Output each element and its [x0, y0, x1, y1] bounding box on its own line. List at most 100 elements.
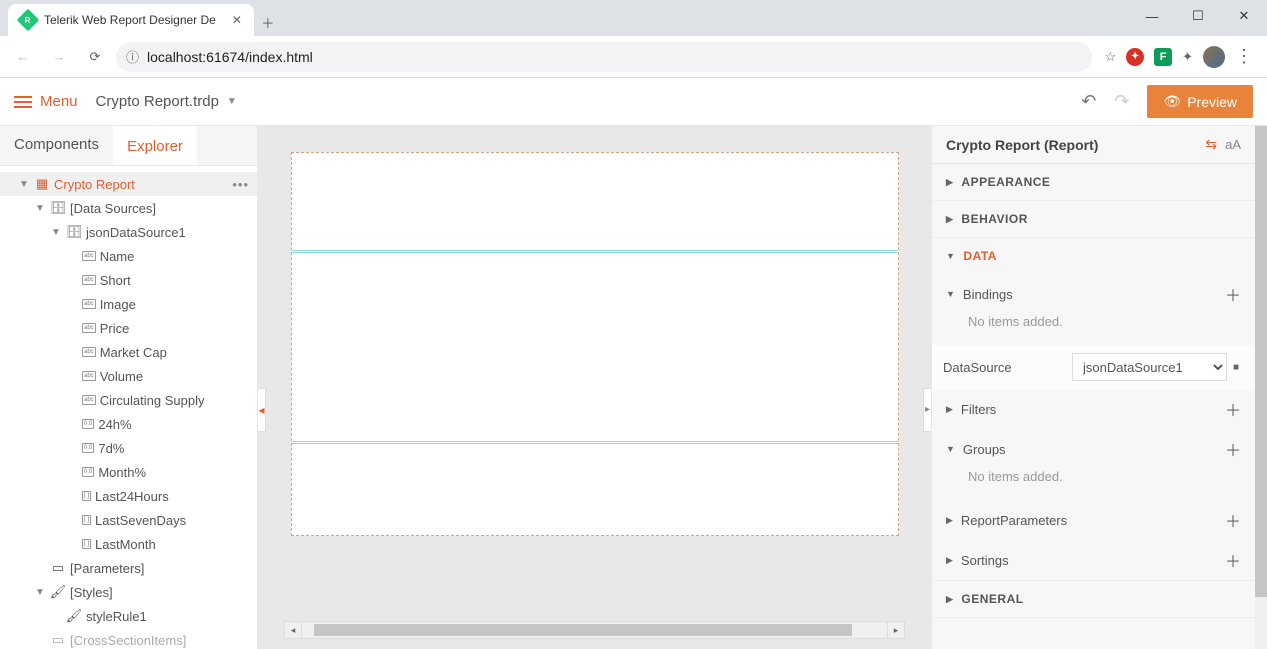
bookmark-icon[interactable]: ☆ — [1104, 49, 1116, 65]
back-button[interactable]: ← — [8, 42, 38, 72]
forward-button[interactable]: → — [44, 42, 74, 72]
tree-style-rule[interactable]: 🖌styleRule1 — [0, 604, 257, 628]
file-name-dropdown[interactable]: Crypto Report.trdp ▼ — [96, 93, 237, 110]
groups-header[interactable]: ▼Groups＋ — [946, 429, 1255, 469]
tree-field[interactable]: abcName — [0, 244, 257, 268]
alpha-sort-icon[interactable]: aA — [1225, 137, 1241, 152]
section-divider — [292, 252, 898, 253]
undo-button[interactable]: ↶ — [1081, 91, 1096, 112]
tree-field[interactable]: abcMarket Cap — [0, 340, 257, 364]
add-filter-icon[interactable]: ＋ — [1225, 397, 1241, 421]
field-array-icon: [ ] — [82, 515, 91, 525]
tab-components[interactable]: Components — [0, 126, 113, 165]
menu-button[interactable]: Menu — [14, 93, 78, 111]
add-report-param-icon[interactable]: ＋ — [1225, 508, 1241, 532]
eye-icon: 👁 — [1163, 93, 1181, 110]
report-page[interactable] — [291, 152, 899, 536]
browser-menu-icon[interactable]: ⋮ — [1235, 46, 1253, 67]
field-num-icon: 0.0 — [82, 419, 94, 429]
tree-field[interactable]: [ ]Last24Hours — [0, 484, 257, 508]
tree-field[interactable]: abcCirculating Supply — [0, 388, 257, 412]
filters-header[interactable]: ▶Filters＋ — [946, 389, 1255, 429]
database-icon: 🗄 — [50, 202, 66, 214]
section-general[interactable]: ▶GENERAL — [932, 581, 1255, 617]
tree-styles[interactable]: ▼🖌[Styles] — [0, 580, 257, 604]
new-tab-button[interactable]: ＋ — [254, 8, 282, 36]
tree-field[interactable]: [ ]LastMonth — [0, 532, 257, 556]
add-binding-icon[interactable]: ＋ — [1225, 282, 1241, 306]
tree-json-datasource[interactable]: ▼🗄 jsonDataSource1 — [0, 220, 257, 244]
section-divider — [292, 441, 898, 442]
tree-root-report[interactable]: ▼▦ Crypto Report ••• — [0, 172, 257, 196]
tree-node-menu[interactable]: ••• — [232, 177, 257, 192]
hamburger-icon — [14, 93, 32, 111]
redo-button[interactable]: ↷ — [1114, 91, 1129, 112]
no-items-text: No items added. — [946, 314, 1255, 345]
field-array-icon: [ ] — [82, 491, 91, 501]
browser-chrome: ― ☐ ✕ R Telerik Web Report Designer De ✕… — [0, 0, 1267, 78]
collapse-left-icon[interactable]: ◂ — [258, 388, 266, 432]
field-text-icon: abc — [82, 371, 96, 381]
collapse-right-icon[interactable]: ▸ — [923, 388, 931, 432]
tree-data-sources[interactable]: ▼🗄 [Data Sources] — [0, 196, 257, 220]
horizontal-scrollbar[interactable]: ◂ ▸ — [284, 621, 905, 639]
report-canvas[interactable]: ◂ ▸ ◂ ▸ — [258, 126, 931, 649]
styles-icon: 🖌 — [50, 586, 66, 598]
app-topbar: Menu Crypto Report.trdp ▼ ↶ ↷ 👁 Preview — [0, 78, 1267, 126]
extension-f-icon[interactable]: F — [1154, 48, 1172, 66]
tree-field[interactable]: abcPrice — [0, 316, 257, 340]
add-sorting-icon[interactable]: ＋ — [1225, 548, 1241, 572]
reset-icon[interactable]: ■ — [1227, 362, 1245, 373]
reload-button[interactable]: ⟳ — [80, 42, 110, 72]
profile-avatar[interactable] — [1203, 46, 1225, 68]
caret-down-icon: ▼ — [227, 96, 237, 107]
section-divider — [292, 443, 898, 444]
section-appearance[interactable]: ▶APPEARANCE — [932, 164, 1255, 200]
scroll-left-icon[interactable]: ◂ — [284, 621, 302, 639]
explorer-tree: ▼▦ Crypto Report ••• ▼🗄 [Data Sources] ▼… — [0, 166, 257, 649]
tree-view-icon[interactable]: ⇆ — [1205, 136, 1217, 153]
cross-section-icon: ▭ — [50, 634, 66, 646]
no-items-text: No items added. — [946, 469, 1255, 500]
section-data[interactable]: ▼DATA — [932, 238, 1255, 274]
vertical-scrollbar[interactable] — [1255, 126, 1267, 649]
tree-cross-section[interactable]: ▭[CrossSectionItems] — [0, 628, 257, 649]
tree-field[interactable]: abcVolume — [0, 364, 257, 388]
tree-field[interactable]: abcImage — [0, 292, 257, 316]
add-group-icon[interactable]: ＋ — [1225, 437, 1241, 461]
tree-field[interactable]: abcShort — [0, 268, 257, 292]
bindings-header[interactable]: ▼Bindings＋ — [946, 274, 1255, 314]
section-divider — [292, 250, 898, 251]
tree-field[interactable]: 0.07d% — [0, 436, 257, 460]
field-text-icon: abc — [82, 347, 96, 357]
scroll-right-icon[interactable]: ▸ — [887, 621, 905, 639]
tree-field[interactable]: [ ]LastSevenDays — [0, 508, 257, 532]
tree-field[interactable]: 0.0Month% — [0, 460, 257, 484]
window-maximize[interactable]: ☐ — [1175, 0, 1221, 32]
browser-tab[interactable]: R Telerik Web Report Designer De ✕ — [8, 4, 254, 36]
preview-button[interactable]: 👁 Preview — [1147, 85, 1253, 118]
datasource-row: DataSource jsonDataSource1 ■ — [932, 345, 1255, 389]
site-info-icon[interactable]: ⓘ — [126, 47, 139, 66]
sortings-header[interactable]: ▶Sortings＋ — [946, 540, 1255, 580]
tab-explorer[interactable]: Explorer — [113, 126, 197, 165]
window-minimize[interactable]: ― — [1129, 0, 1175, 32]
field-num-icon: 0.0 — [82, 443, 94, 453]
field-text-icon: abc — [82, 395, 96, 405]
properties-panel: Crypto Report (Report) ⇆ aA ▶APPEARANCE … — [931, 126, 1267, 649]
field-text-icon: abc — [82, 251, 96, 261]
tab-close-icon[interactable]: ✕ — [232, 13, 242, 27]
section-behavior[interactable]: ▶BEHAVIOR — [932, 201, 1255, 237]
window-close[interactable]: ✕ — [1221, 0, 1267, 32]
url-text: localhost:61674/index.html — [147, 49, 313, 65]
field-array-icon: [ ] — [82, 539, 91, 549]
style-rule-icon: 🖌 — [66, 610, 82, 622]
adblock-icon[interactable]: ✦ — [1126, 48, 1144, 66]
datasource-icon: 🗄 — [66, 226, 82, 238]
datasource-select[interactable]: jsonDataSource1 — [1072, 353, 1227, 381]
tree-parameters[interactable]: ▭[Parameters] — [0, 556, 257, 580]
extensions-icon[interactable]: ✦ — [1182, 49, 1193, 65]
report-parameters-header[interactable]: ▶ReportParameters＋ — [946, 500, 1255, 540]
tree-field[interactable]: 0.024h% — [0, 412, 257, 436]
address-bar[interactable]: ⓘ localhost:61674/index.html — [116, 42, 1092, 72]
